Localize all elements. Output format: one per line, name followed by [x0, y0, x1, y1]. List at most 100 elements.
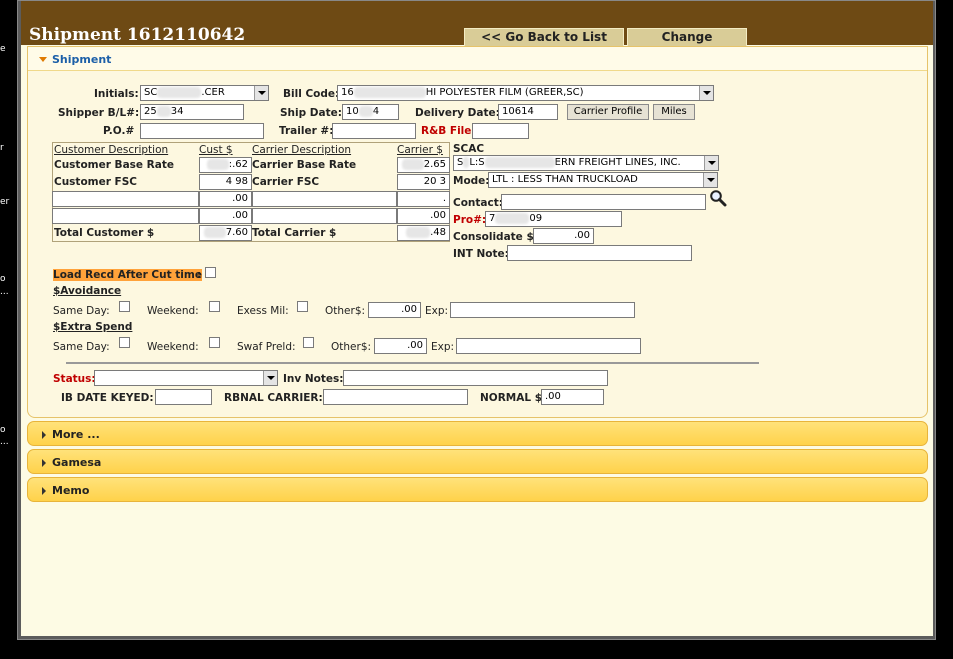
avoid-other-input[interactable]: .00: [368, 302, 421, 318]
avoid-weekend-label: Weekend:: [147, 305, 199, 317]
shipment-window: Shipment 1612110642 << Go Back to List C…: [17, 0, 936, 640]
extra-customer-desc-2[interactable]: [52, 208, 199, 224]
consolidate-input[interactable]: .00: [533, 228, 594, 244]
accordion-gamesa-label: Gamesa: [52, 456, 102, 469]
extra-customer-amt-1[interactable]: .00: [199, 191, 252, 207]
extra-carrier-desc-2[interactable]: [252, 208, 397, 224]
avoid-same-day-checkbox[interactable]: [119, 301, 130, 312]
extra-exp-input[interactable]: [456, 338, 641, 354]
avoid-weekend-checkbox[interactable]: [209, 301, 220, 312]
extra-carrier-amt-2[interactable]: .00: [397, 208, 450, 224]
swaf-preld-checkbox[interactable]: [303, 337, 314, 348]
shipment-section-title: Shipment: [52, 53, 112, 66]
total-carrier-input: .48: [397, 225, 450, 241]
shipper-bl-label: Shipper B/L#:: [58, 107, 140, 119]
mode-select[interactable]: LTL : LESS THAN TRUCKLOAD: [488, 172, 718, 188]
delivery-date-input[interactable]: 10614: [498, 104, 558, 120]
redacted-blur: [484, 156, 555, 168]
carrier-amount-header: Carrier $: [397, 144, 443, 156]
carrier-base-rate-input[interactable]: 2.65: [397, 157, 450, 173]
redacted-blur: [401, 158, 424, 170]
customer-fsc-label: Customer FSC: [54, 176, 138, 188]
shipper-bl-value-prefix: 25: [144, 106, 157, 117]
pro-input[interactable]: 7 09: [485, 211, 622, 227]
extra-same-day-checkbox[interactable]: [119, 337, 130, 348]
contact-input[interactable]: [501, 194, 706, 210]
bill-code-value-prefix: 16: [341, 87, 354, 98]
extra-carrier-desc-1[interactable]: [252, 191, 397, 207]
extra-customer-desc-1[interactable]: [52, 191, 199, 207]
extra-weekend-checkbox[interactable]: [209, 337, 220, 348]
inv-notes-input[interactable]: [343, 370, 608, 386]
change-button[interactable]: Change: [627, 28, 747, 46]
normal-amount-label: NORMAL $:: [480, 392, 547, 404]
dropdown-arrow-icon[interactable]: [704, 156, 718, 170]
total-carrier-label: Total Carrier $: [252, 227, 337, 239]
int-note-input[interactable]: [507, 245, 692, 261]
dropdown-arrow-icon[interactable]: [263, 371, 277, 385]
scac-select[interactable]: S L:S ERN FREIGHT LINES, INC.: [453, 155, 719, 171]
ship-date-input[interactable]: 10 4: [342, 104, 399, 120]
avoid-exp-input[interactable]: [450, 302, 635, 318]
redacted-blur: [495, 212, 530, 224]
ship-date-label: Ship Date:: [280, 107, 342, 119]
accordion-gamesa[interactable]: Gamesa: [27, 449, 928, 474]
extra-other-input[interactable]: .00: [374, 338, 427, 354]
accordion-memo[interactable]: Memo: [27, 477, 928, 502]
po-input[interactable]: [140, 123, 264, 139]
dropdown-arrow-icon[interactable]: [703, 173, 717, 187]
avoid-same-day-label: Same Day:: [53, 305, 110, 317]
shipper-bl-input[interactable]: 25 34: [140, 104, 244, 120]
initials-select[interactable]: SC .CER: [140, 85, 269, 101]
accordion-memo-label: Memo: [52, 484, 90, 497]
shipment-panel-header[interactable]: Shipment: [28, 47, 927, 71]
redacted-blur: [358, 105, 373, 117]
carrier-fsc-input[interactable]: 20 3: [397, 174, 450, 190]
extra-carrier-amt-1[interactable]: .: [397, 191, 450, 207]
redacted-blur: [203, 226, 226, 238]
rbnal-carrier-input[interactable]: [323, 389, 468, 405]
chevron-right-icon: [42, 459, 46, 467]
rb-file-input[interactable]: [472, 123, 529, 139]
carrier-base-rate-value: 2.65: [423, 159, 446, 170]
extra-exp-label: Exp:: [431, 341, 455, 353]
avoidance-heading: $Avoidance: [53, 285, 122, 297]
swaf-preld-label: Swaf Preld:: [237, 341, 296, 353]
exess-mil-checkbox[interactable]: [297, 301, 308, 312]
exess-mil-label: Exess Mil:: [237, 305, 289, 317]
redacted-blur: [353, 86, 426, 98]
miles-button[interactable]: Miles: [653, 104, 695, 120]
ib-date-keyed-input[interactable]: [155, 389, 212, 405]
extra-weekend-label: Weekend:: [147, 341, 199, 353]
contact-label: Contact:: [453, 197, 503, 209]
bill-code-select[interactable]: 16 HI POLYESTER FILM (GREER,SC): [337, 85, 714, 101]
int-note-label: INT Note:: [453, 248, 509, 260]
status-select[interactable]: [94, 370, 278, 386]
carrier-profile-button[interactable]: Carrier Profile: [567, 104, 649, 120]
po-label: P.O.#: [103, 125, 135, 137]
left-fragment-1: e: [0, 44, 6, 54]
accordion-more[interactable]: More ...: [27, 421, 928, 446]
bill-code-label: Bill Code:: [283, 88, 340, 100]
extra-same-day-label: Same Day:: [53, 341, 110, 353]
dropdown-arrow-icon[interactable]: [254, 86, 268, 100]
delivery-date-label: Delivery Date:: [415, 107, 500, 119]
initials-value-suffix: .CER: [201, 87, 225, 98]
inv-notes-label: Inv Notes:: [283, 373, 344, 385]
shipper-bl-value-suffix: 34: [170, 106, 184, 117]
normal-amount-input[interactable]: .00: [541, 389, 604, 405]
extra-customer-amt-2[interactable]: .00: [199, 208, 252, 224]
load-recd-checkbox[interactable]: [205, 267, 216, 278]
search-icon[interactable]: [709, 189, 727, 207]
trailer-input[interactable]: [332, 123, 416, 139]
dropdown-arrow-icon[interactable]: [699, 86, 713, 100]
left-fragment-2: r: [0, 143, 4, 153]
customer-fsc-input[interactable]: 4 98: [199, 174, 252, 190]
scac-value-suffix: ERN FREIGHT LINES, INC.: [554, 157, 681, 168]
total-customer-value: 7.60: [225, 227, 248, 238]
back-to-list-button[interactable]: << Go Back to List: [464, 28, 624, 46]
rbnal-carrier-label: RBNAL CARRIER:: [224, 392, 323, 404]
mode-value: LTL : LESS THAN TRUCKLOAD: [492, 174, 638, 185]
customer-base-rate-input[interactable]: :.62: [199, 157, 252, 173]
ib-date-keyed-label: IB DATE KEYED:: [61, 392, 154, 404]
